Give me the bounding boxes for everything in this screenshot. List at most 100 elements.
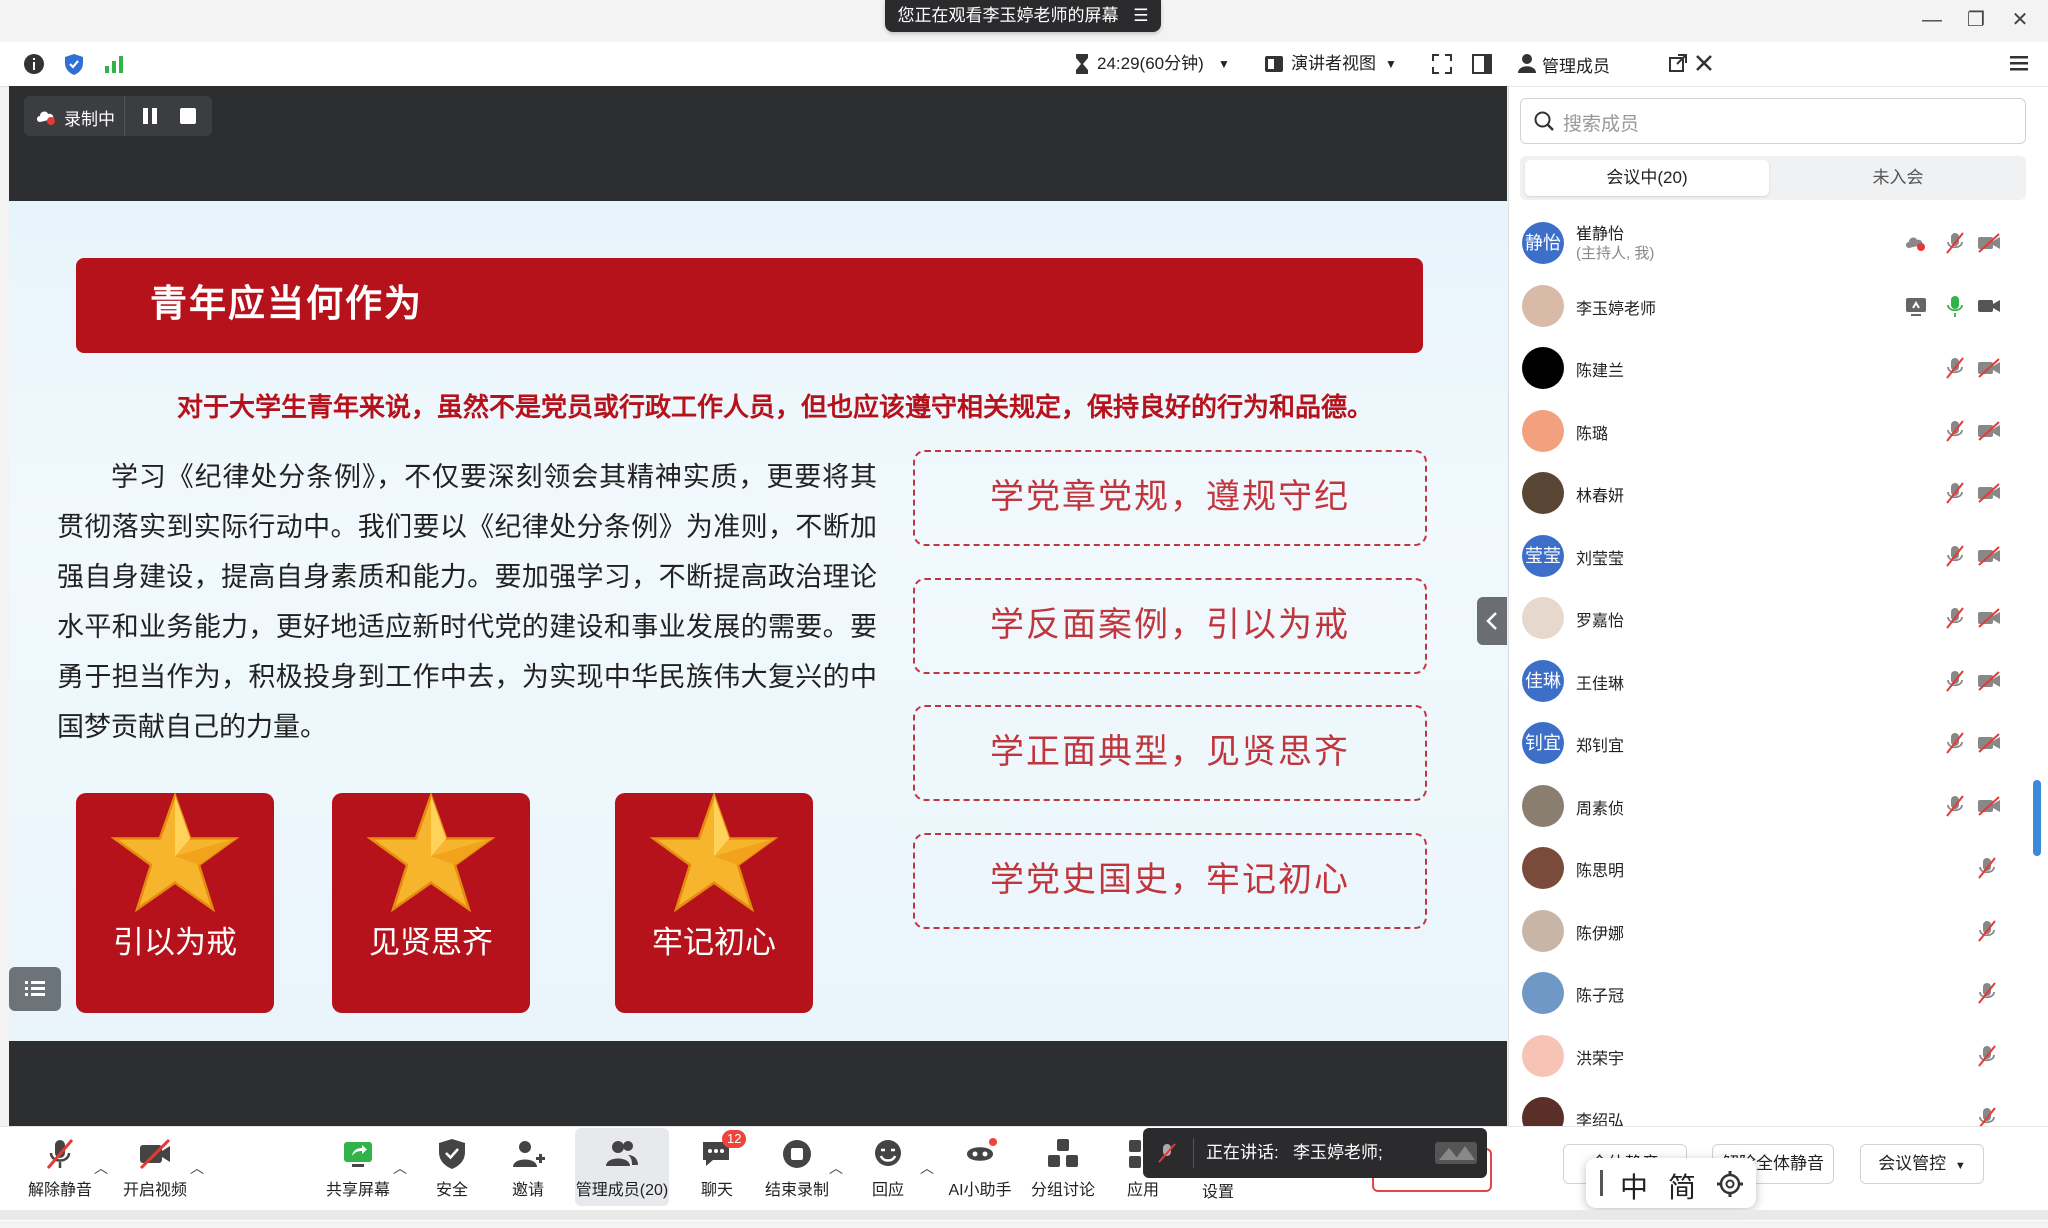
member-row[interactable]: 陈思明 [1508, 837, 2028, 899]
share-banner[interactable]: 您正在观看李玉婷老师的屏幕 ☰ [885, 0, 1161, 32]
ime-toolbar[interactable]: 中 简 [1586, 1158, 1756, 1208]
tab-in-meeting[interactable]: 会议中(20) [1525, 160, 1769, 196]
mic-off-icon[interactable] [1976, 856, 1998, 880]
unmute-options-caret[interactable]: ︿ [94, 1158, 108, 1178]
start-video-button[interactable]: 开启视频 [110, 1128, 200, 1206]
pause-recording-button[interactable] [140, 106, 160, 126]
ime-script-toggle[interactable]: 简 [1668, 1166, 1696, 1206]
member-row[interactable]: 钊宜 郑钊宜 [1508, 712, 2028, 774]
shield-icon[interactable] [62, 52, 86, 76]
member-row[interactable]: 林春妍 [1508, 462, 2028, 524]
invite-icon [513, 1141, 545, 1167]
ai-assistant-button[interactable]: AI小助手 [935, 1128, 1025, 1206]
slide-paragraph: 学习《纪律处分条例》，不仅要深刻领会其精神实质，更要将其贯彻落实到实际行动中。我… [57, 462, 877, 742]
mic-off-icon[interactable] [1944, 794, 1966, 818]
share-options-caret[interactable]: ︿ [393, 1158, 407, 1178]
minimize-button[interactable]: — [1912, 6, 1952, 34]
close-panel-button[interactable] [1694, 53, 1714, 73]
mic-off-icon[interactable] [1944, 544, 1966, 568]
member-icon [1518, 54, 1536, 73]
camera-off-icon[interactable] [1976, 232, 2002, 254]
start-video-label: 开启视频 [122, 1182, 187, 1199]
member-list-scrollbar[interactable] [2033, 780, 2041, 856]
hourglass-icon [1076, 54, 1088, 74]
chat-label: 聊天 [700, 1182, 733, 1199]
gear-icon[interactable] [1716, 1170, 1744, 1198]
meeting-control-button[interactable]: 会议管控 ▼ [1860, 1144, 1984, 1184]
mic-off-icon[interactable] [1944, 356, 1966, 380]
ime-mode-toggle[interactable]: 中 [1620, 1166, 1648, 1206]
avatar: 佳琳 [1522, 659, 1564, 702]
mic-off-icon[interactable] [1944, 231, 1966, 255]
camera-off-icon[interactable] [1976, 670, 2002, 692]
mic-off-icon[interactable] [1944, 606, 1966, 630]
record-options-caret[interactable]: ︿ [829, 1158, 843, 1178]
fullscreen-icon[interactable] [1430, 52, 1454, 76]
mic-off-icon[interactable] [1944, 481, 1966, 505]
reaction-icon [875, 1140, 901, 1166]
member-name: 陈思明 [1576, 863, 1625, 880]
breakout-button[interactable]: 分组讨论 [1018, 1128, 1108, 1206]
camera-off-icon[interactable] [1976, 732, 2002, 754]
speaker-view-icon[interactable] [1262, 52, 1286, 76]
ime-handle[interactable] [1600, 1170, 1603, 1196]
signal-icon[interactable] [102, 52, 126, 76]
camera-off-icon[interactable] [1976, 420, 2002, 442]
chat-button[interactable]: 聊天 12 [672, 1128, 762, 1206]
hamburger-menu-icon[interactable] [2008, 53, 2030, 73]
mic-off-icon [46, 1139, 74, 1169]
share-screen-label: 共享屏幕 [325, 1182, 390, 1199]
chevron-down-icon[interactable]: ▼ [1385, 52, 1397, 76]
video-options-caret[interactable]: ︿ [190, 1158, 204, 1178]
mic-off-icon[interactable] [1944, 731, 1966, 755]
member-row[interactable]: 佳琳 王佳琳 [1508, 650, 2028, 712]
breakout-label: 分组讨论 [1030, 1182, 1095, 1199]
tab-not-joined[interactable]: 未入会 [1773, 160, 2023, 196]
view-mode-selector[interactable]: 演讲者视图 [1291, 52, 1376, 76]
card-label: 引以为戒 [113, 925, 237, 960]
member-row[interactable]: 李玉婷老师 [1508, 275, 2028, 337]
collapse-panel-button[interactable] [1477, 597, 1507, 645]
mic-off-icon[interactable] [1976, 919, 1998, 943]
mic-off-icon[interactable] [1976, 981, 1998, 1005]
invite-button[interactable]: 邀请 [483, 1128, 573, 1206]
member-row[interactable]: 莹莹 刘莹莹 [1508, 525, 2028, 587]
camera-off-icon[interactable] [1976, 607, 2002, 629]
unmute-button[interactable]: 解除静音 [15, 1128, 105, 1206]
camera-off-icon[interactable] [1976, 545, 2002, 567]
window-bottom-edge [0, 1210, 2048, 1220]
meeting-timer[interactable]: 24:29(60分钟) [1097, 52, 1204, 76]
slide-list-button[interactable] [9, 967, 61, 1011]
member-row[interactable]: 洪荣宇 [1508, 1025, 2028, 1087]
camera-off-icon[interactable] [1976, 357, 2002, 379]
mic-off-icon[interactable] [1944, 419, 1966, 443]
sidebar-toggle-icon[interactable] [1470, 52, 1494, 76]
member-row[interactable]: 周素侦 [1508, 775, 2028, 837]
stop-recording-button[interactable] [178, 106, 198, 126]
restore-button[interactable]: ❐ [1956, 6, 1996, 34]
member-row[interactable]: 陈璐 [1508, 400, 2028, 462]
mic-off-icon[interactable] [1944, 669, 1966, 693]
info-icon[interactable] [22, 52, 46, 76]
camera-on-icon[interactable] [1976, 295, 2002, 317]
star-icon [366, 793, 496, 913]
mic-off-icon[interactable] [1976, 1044, 1998, 1068]
camera-off-icon[interactable] [1976, 482, 2002, 504]
member-row[interactable]: 罗嘉怡 [1508, 587, 2028, 649]
close-window-button[interactable]: ✕ [2000, 6, 2040, 34]
react-options-caret[interactable]: ︿ [920, 1158, 934, 1178]
member-row[interactable]: 陈子冠 [1508, 962, 2028, 1024]
manage-members-button[interactable]: 管理成员(20) [575, 1128, 669, 1206]
member-name: 陈璐 [1576, 425, 1609, 443]
camera-off-icon[interactable] [1976, 795, 2002, 817]
member-role: (主持人, 我) [1576, 245, 1655, 262]
search-members-input[interactable]: 搜索成员 [1520, 98, 2026, 144]
member-row[interactable]: 静怡 崔静怡 (主持人, 我) [1508, 212, 2028, 274]
share-screen-button[interactable]: 共享屏幕 [313, 1128, 403, 1206]
chevron-down-icon[interactable]: ▼ [1218, 52, 1230, 76]
member-row[interactable]: 陈伊娜 [1508, 900, 2028, 962]
member-row[interactable]: 陈建兰 [1508, 337, 2028, 399]
popout-icon[interactable] [1668, 53, 1688, 73]
react-label: 回应 [871, 1182, 904, 1199]
mic-on-icon[interactable] [1944, 294, 1966, 318]
